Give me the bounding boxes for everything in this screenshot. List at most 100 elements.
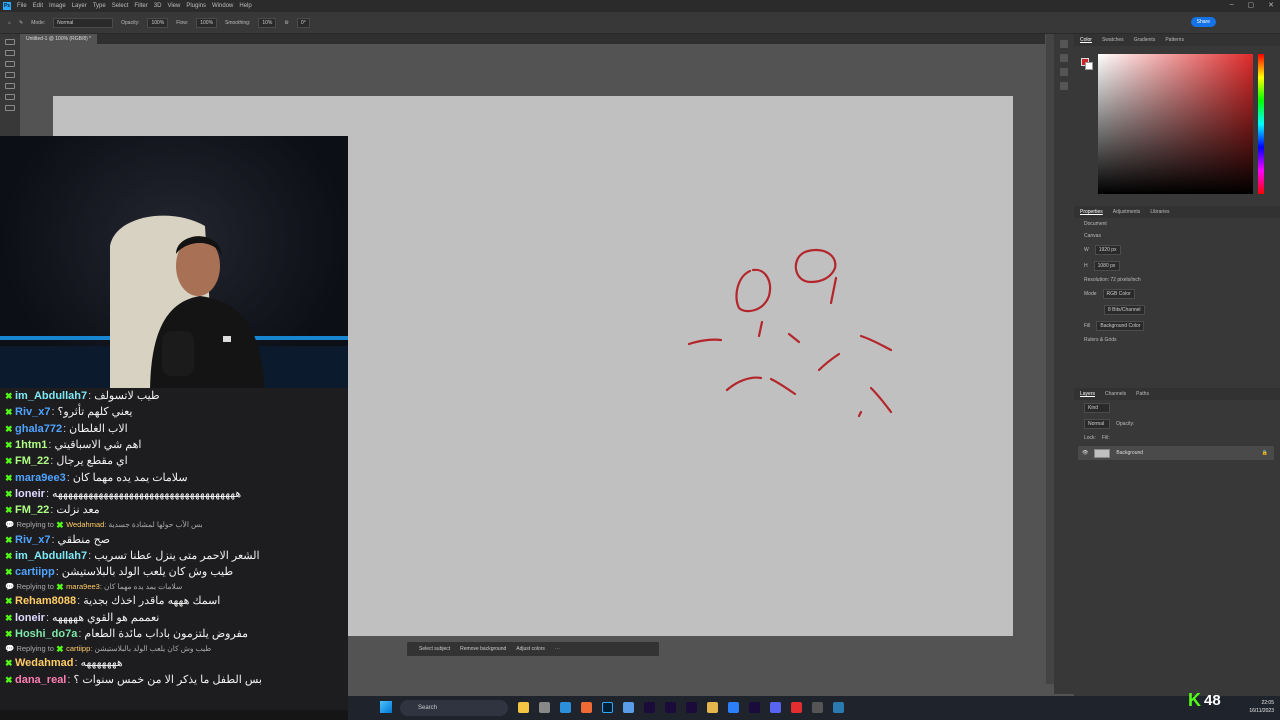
eye-icon[interactable]: 👁 <box>1082 450 1088 456</box>
background-color-swatch[interactable] <box>1085 62 1093 70</box>
taskbar-search[interactable]: Search <box>400 700 508 716</box>
minimize-icon[interactable]: – <box>1230 1 1234 9</box>
crop-tool-icon[interactable] <box>5 83 15 89</box>
height-field[interactable]: 1080 px <box>1093 261 1120 271</box>
tab-adjustments[interactable]: Adjustments <box>1113 209 1141 215</box>
menu-filter[interactable]: Filter <box>134 3 147 9</box>
fill-select[interactable]: Background Color <box>1096 321 1145 331</box>
remove-background-button[interactable]: Remove background <box>460 646 506 652</box>
chat-username[interactable]: loneir <box>15 486 45 502</box>
chat-username[interactable]: Riv_x7 <box>15 532 50 548</box>
tab-libraries[interactable]: Libraries <box>1150 209 1169 215</box>
menu-type[interactable]: Type <box>93 3 106 9</box>
after-effects-icon[interactable] <box>644 702 655 713</box>
opacity-field[interactable]: 100% <box>147 17 169 28</box>
chat-username[interactable]: dana_real <box>15 672 66 688</box>
layer-blend-mode[interactable]: Normal <box>1084 419 1110 429</box>
menu-file[interactable]: File <box>17 3 27 9</box>
file-explorer-icon[interactable] <box>518 702 529 713</box>
tab-paths[interactable]: Paths <box>1136 391 1149 397</box>
brush-tool-icon[interactable]: ✎ <box>19 20 23 26</box>
menu-plugins[interactable]: Plugins <box>186 3 206 9</box>
more-options-icon[interactable]: ⋯ <box>555 646 560 652</box>
scrollbar-vertical[interactable] <box>1046 34 1054 684</box>
adjust-colors-button[interactable]: Adjust colors <box>516 646 545 652</box>
system-clock[interactable]: 22:05 16/11/2023 <box>1249 699 1274 715</box>
chat-username[interactable]: im_Abdullah7 <box>15 548 87 564</box>
close-icon[interactable]: ✕ <box>1268 1 1274 9</box>
windows-start-icon[interactable] <box>380 701 392 713</box>
width-field[interactable]: 1920 px <box>1094 245 1121 255</box>
tab-layers[interactable]: Layers <box>1080 391 1095 397</box>
history-icon[interactable] <box>1060 40 1068 48</box>
lasso-tool-icon[interactable] <box>5 61 15 67</box>
tab-color[interactable]: Color <box>1080 37 1092 43</box>
menu-window[interactable]: Window <box>212 3 233 9</box>
color-mode-select[interactable]: RGB Color <box>1102 289 1135 299</box>
tab-gradients[interactable]: Gradients <box>1134 37 1156 43</box>
bit-depth-select[interactable]: 8 Bits/Channel <box>1104 305 1145 315</box>
chat-username[interactable]: FM_22 <box>15 502 49 518</box>
menu-layer[interactable]: Layer <box>72 3 87 9</box>
play-icon[interactable] <box>1060 54 1068 62</box>
chat-username[interactable]: cartiipp <box>15 564 55 580</box>
chat-username[interactable]: ghala772 <box>15 421 62 437</box>
tab-untitled-1[interactable]: Untitled-1 @ 100% (RGB/8) * <box>20 34 98 44</box>
angle-field[interactable]: 0° <box>296 17 310 28</box>
menu-help[interactable]: Help <box>239 3 251 9</box>
menu-view[interactable]: View <box>167 3 180 9</box>
layer-background[interactable]: 👁 Background 🔒 <box>1078 446 1274 460</box>
maximize-icon[interactable]: ▢ <box>1248 1 1255 9</box>
marquee-tool-icon[interactable] <box>5 50 15 56</box>
tab-swatches[interactable]: Swatches <box>1102 37 1124 43</box>
menu-select[interactable]: Select <box>112 3 129 9</box>
photoshop-icon[interactable] <box>602 702 613 713</box>
swatch-icon[interactable] <box>1060 82 1068 90</box>
share-button[interactable]: Share <box>1190 17 1216 27</box>
home-icon[interactable]: ⌂ <box>8 20 11 26</box>
mode-select[interactable]: Normal <box>53 17 114 28</box>
chat-username[interactable]: Wedahmad <box>15 655 73 671</box>
chat-message: ✖ mara9ee3: سلامات يمد يده مهما كان <box>0 469 348 485</box>
chat-username[interactable]: Hoshi_do7a <box>15 626 77 642</box>
gear-icon[interactable]: ⚙ <box>284 20 288 26</box>
vscode-icon[interactable] <box>560 702 571 713</box>
flow-field[interactable]: 100% <box>196 17 218 28</box>
store-icon[interactable] <box>539 702 550 713</box>
width-row: W 1920 px <box>1074 242 1280 258</box>
app-icon[interactable] <box>623 702 634 713</box>
chat-username[interactable]: mara9ee3 <box>15 470 66 486</box>
discord-icon[interactable] <box>770 702 781 713</box>
tab-channels[interactable]: Channels <box>1105 391 1126 397</box>
quick-select-tool-icon[interactable] <box>5 72 15 78</box>
tab-patterns[interactable]: Patterns <box>1165 37 1184 43</box>
chat-username[interactable]: FM_22 <box>15 453 49 469</box>
premiere-icon[interactable] <box>749 702 760 713</box>
menu-image[interactable]: Image <box>49 3 66 9</box>
chat-username[interactable]: loneir <box>15 610 45 626</box>
hue-slider[interactable] <box>1258 54 1264 194</box>
app-icon-2[interactable] <box>728 702 739 713</box>
brave-icon[interactable] <box>581 702 592 713</box>
tab-properties[interactable]: Properties <box>1080 209 1103 215</box>
frame-tool-icon[interactable] <box>5 94 15 100</box>
eyedropper-tool-icon[interactable] <box>5 105 15 111</box>
steam-icon[interactable] <box>833 702 844 713</box>
menu-edit[interactable]: Edit <box>33 3 43 9</box>
chat-username[interactable]: 1htm1 <box>15 437 47 453</box>
opera-icon[interactable] <box>791 702 802 713</box>
chat-username[interactable]: Reham8088 <box>15 593 76 609</box>
color-picker-field[interactable] <box>1098 54 1253 194</box>
chat-username[interactable]: im_Abdullah7 <box>15 388 87 404</box>
layer-kind-filter[interactable]: Kind <box>1084 403 1110 413</box>
smoothing-field[interactable]: 10% <box>258 17 277 28</box>
folder-icon[interactable] <box>707 702 718 713</box>
move-tool-icon[interactable] <box>5 39 15 45</box>
obs-icon[interactable] <box>812 702 823 713</box>
chat-username[interactable]: Riv_x7 <box>15 404 50 420</box>
audition-icon[interactable] <box>665 702 676 713</box>
menu-3d[interactable]: 3D <box>154 3 162 9</box>
brush-settings-icon[interactable] <box>1060 68 1068 76</box>
media-encoder-icon[interactable] <box>686 702 697 713</box>
select-subject-button[interactable]: Select subject <box>419 646 450 652</box>
